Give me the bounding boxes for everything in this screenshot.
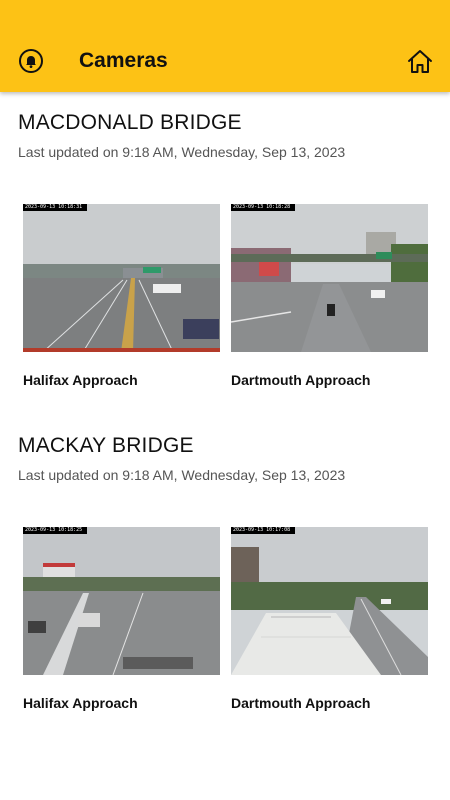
section-title-macdonald-bridge: MACDONALD BRIDGE	[18, 111, 242, 134]
home-icon[interactable]	[406, 47, 434, 75]
camera-timestamp: 2023-09-13 10:18:31	[23, 204, 87, 211]
camera-image-macdonald-halifax[interactable]: 2023-09-13 10:18:31	[23, 204, 220, 352]
camera-label[interactable]: Halifax Approach	[23, 695, 138, 711]
camera-timestamp: 2023-09-13 10:18:25	[23, 527, 87, 534]
camera-timestamp: 2023-09-13 10:18:28	[231, 204, 295, 211]
camera-image-mackay-halifax[interactable]: 2023-09-13 10:18:25	[23, 527, 220, 675]
camera-timestamp: 2023-09-13 10:17:08	[231, 527, 295, 534]
camera-label[interactable]: Halifax Approach	[23, 372, 138, 388]
camera-image-mackay-dartmouth[interactable]: 2023-09-13 10:17:08	[231, 527, 428, 675]
app-bar: Cameras	[0, 0, 450, 92]
section-title-mackay-bridge: MACKAY BRIDGE	[18, 434, 194, 457]
last-updated-text: Last updated on 9:18 AM, Wednesday, Sep …	[18, 144, 346, 160]
camera-label[interactable]: Dartmouth Approach	[231, 695, 370, 711]
camera-label[interactable]: Dartmouth Approach	[231, 372, 370, 388]
bell-icon[interactable]	[18, 48, 44, 74]
page-title: Cameras	[79, 49, 168, 72]
camera-image-macdonald-dartmouth[interactable]: 2023-09-13 10:18:28	[231, 204, 428, 352]
last-updated-text: Last updated on 9:18 AM, Wednesday, Sep …	[18, 467, 346, 483]
